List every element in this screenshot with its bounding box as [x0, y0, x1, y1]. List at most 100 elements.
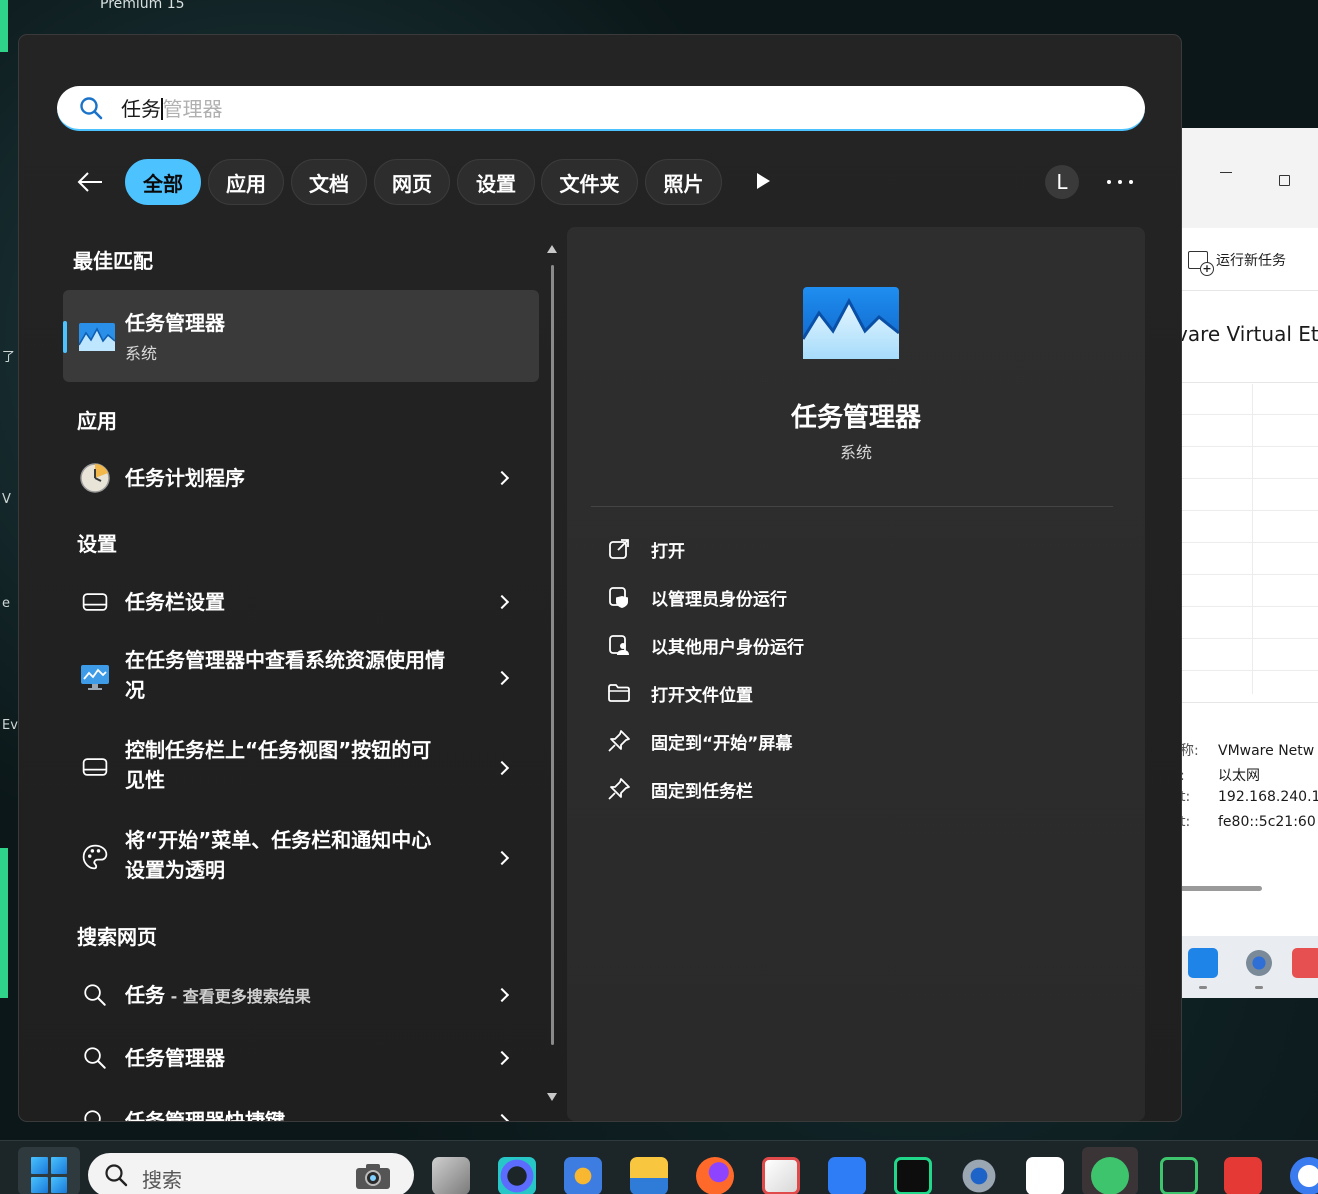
maximize-icon[interactable] — [1279, 175, 1290, 186]
action-run-as-other-user[interactable]: 以其他用户身份运行 — [607, 630, 804, 660]
user-avatar[interactable]: L — [1045, 165, 1079, 199]
search-icon — [80, 96, 103, 119]
list-item[interactable]: 将“开始”菜单、任务栏和通知中心设置为透明 — [63, 815, 539, 899]
filter-chip-folders[interactable]: 文件夹 — [541, 159, 638, 205]
task-view-icon[interactable] — [432, 1157, 470, 1194]
minimize-icon[interactable] — [1220, 172, 1232, 173]
scroll-down-icon[interactable] — [547, 1093, 557, 1101]
graph-gridline — [1180, 670, 1318, 671]
chevron-right-icon — [494, 850, 510, 866]
taskbar-active-app[interactable] — [1082, 1147, 1138, 1194]
scroll-up-icon[interactable] — [547, 245, 557, 253]
clock-icon — [79, 462, 111, 494]
filter-chip-all[interactable]: 全部 — [125, 159, 201, 205]
graph-gridline — [1180, 414, 1318, 415]
run-new-task-button[interactable]: 运行新任务 — [1188, 250, 1286, 276]
desktop-text-fragment: e — [2, 596, 10, 611]
results-list: 最佳匹配 任务管理器 系统 应用 任务计划程序 设置 任务栏设置 在任务管理器中… — [19, 225, 564, 1121]
action-pin-to-taskbar[interactable]: 固定到任务栏 — [607, 774, 753, 804]
filter-chip-documents[interactable]: 文档 — [291, 159, 367, 205]
info-row: : 以太网 — [1180, 768, 1260, 784]
back-arrow-icon[interactable] — [75, 167, 105, 197]
list-item-label: 任务 - 查看更多搜索结果 — [125, 983, 311, 1007]
info-row: 称: VMware Netw — [1180, 743, 1315, 759]
graph-gridline — [1180, 542, 1318, 543]
start-button[interactable] — [18, 1147, 80, 1194]
open-external-icon — [609, 539, 629, 559]
list-item[interactable]: 任务计划程序 — [63, 453, 539, 503]
filter-chip-web[interactable]: 网页 — [374, 159, 450, 205]
action-pin-to-start[interactable]: 固定到“开始”屏幕 — [607, 726, 792, 756]
graph-gridline — [1180, 606, 1318, 607]
user-run-icon — [609, 635, 629, 655]
wechat-icon — [1091, 1157, 1129, 1194]
baidu-netdisk-icon[interactable] — [1026, 1157, 1064, 1194]
more-options-icon[interactable] — [1107, 167, 1133, 197]
graph-gridline — [1180, 638, 1318, 639]
app-icon[interactable] — [1292, 948, 1318, 978]
divider — [1180, 702, 1318, 703]
running-indicator — [1199, 986, 1207, 989]
divider — [591, 506, 1113, 507]
best-match-item[interactable]: 任务管理器 系统 — [63, 290, 539, 382]
horizontal-scrollbar[interactable] — [1180, 886, 1262, 891]
search-input[interactable]: 任务管理器 — [57, 86, 1145, 131]
monitor-icon — [79, 661, 111, 693]
task-manager-icon — [79, 323, 115, 351]
graph-gridline — [1180, 574, 1318, 575]
running-indicator — [1255, 986, 1263, 989]
list-item[interactable]: 任务 - 查看更多搜索结果 — [63, 970, 539, 1020]
action-label: 固定到“开始”屏幕 — [651, 733, 793, 754]
bg-window-titlebar — [1180, 128, 1318, 228]
adapter-name: vare Virtual Eth — [1180, 322, 1318, 346]
file-explorer-icon[interactable] — [630, 1157, 668, 1194]
chevron-right-icon — [494, 670, 510, 686]
taskbar-search-box[interactable]: 搜索 — [88, 1153, 414, 1194]
pycharm-icon[interactable] — [894, 1157, 932, 1194]
gear-icon[interactable] — [1244, 948, 1274, 978]
taskbar-icon — [79, 586, 111, 618]
desktop-window-title: Premium 15 — [100, 0, 185, 12]
app-icon[interactable] — [564, 1157, 602, 1194]
filter-chip-apps[interactable]: 应用 — [208, 159, 284, 205]
shield-run-icon — [609, 587, 628, 608]
screen-share-icon[interactable] — [1160, 1157, 1198, 1194]
search-icon — [79, 1105, 111, 1121]
wps-office-icon[interactable] — [1224, 1157, 1262, 1194]
search-icon — [105, 1164, 128, 1187]
section-title-apps: 应用 — [77, 409, 117, 433]
list-item-label: 将“开始”菜单、任务栏和通知中心设置为透明 — [125, 828, 432, 882]
list-item[interactable]: 在任务管理器中查看系统资源使用情况 — [63, 635, 539, 719]
action-label: 固定到任务栏 — [651, 781, 753, 802]
task-manager-icon[interactable] — [1188, 948, 1218, 978]
filter-chip-settings[interactable]: 设置 — [457, 159, 535, 205]
feishu-icon[interactable] — [828, 1157, 866, 1194]
list-item[interactable]: 任务管理器 — [63, 1033, 539, 1083]
filter-bar: 全部 应用 文档 网页 设置 文件夹 照片 L — [19, 159, 1181, 205]
list-item[interactable]: 任务管理器快捷键 — [63, 1096, 539, 1121]
list-item[interactable]: 控制任务栏上“任务视图”按钮的可见性 — [63, 725, 539, 809]
desktop-green-strip — [0, 848, 8, 998]
chevron-right-icon — [494, 594, 510, 610]
chevron-right-icon — [494, 987, 510, 1003]
taskbar-search-placeholder: 搜索 — [142, 1168, 182, 1192]
action-open[interactable]: 打开 — [607, 534, 685, 564]
app-icon[interactable] — [498, 1157, 536, 1194]
firefox-icon[interactable] — [696, 1157, 734, 1194]
more-filters-arrow-icon[interactable] — [757, 173, 770, 189]
app-icon[interactable] — [1290, 1157, 1318, 1194]
search-autocomplete-hint: 管理器 — [162, 97, 223, 121]
desktop-text-fragment: Ev — [2, 718, 18, 733]
best-match-name: 任务管理器 — [125, 311, 225, 335]
settings-gear-icon[interactable] — [960, 1157, 998, 1194]
list-item-label: 任务计划程序 — [125, 466, 245, 490]
chevron-right-icon — [494, 1113, 510, 1121]
action-run-as-admin[interactable]: 以管理员身份运行 — [607, 582, 787, 612]
divider — [1180, 382, 1318, 383]
action-label: 打开 — [651, 541, 685, 562]
results-scrollbar[interactable] — [551, 265, 554, 1045]
list-item[interactable]: 任务栏设置 — [63, 577, 539, 627]
action-open-file-location[interactable]: 打开文件位置 — [607, 678, 753, 708]
snipping-tool-icon[interactable] — [762, 1157, 800, 1194]
filter-chip-photos[interactable]: 照片 — [645, 159, 722, 205]
